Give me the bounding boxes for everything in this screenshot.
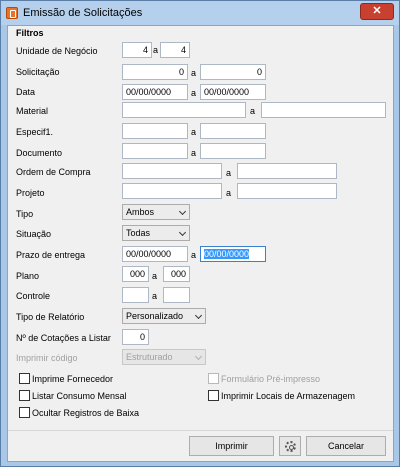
imprimir-locais-label[interactable]: Imprimir Locais de Armazenagem (221, 391, 355, 401)
solicitacao-from-input[interactable]: 0 (122, 64, 188, 80)
especif-to-input[interactable] (200, 123, 266, 139)
prazo-to-input[interactable]: 00/00/0000 (200, 246, 266, 262)
label-prazo: Prazo de entrega (16, 250, 86, 260)
dialog-window: Emissão de Solicitações ✕ Filtros Unidad… (0, 0, 400, 467)
prazo-to-selected-text: 00/00/0000 (204, 249, 250, 259)
app-icon (6, 7, 18, 19)
tipo-select[interactable]: Ambos (122, 204, 190, 220)
range-sep: a (153, 45, 159, 55)
listar-consumo-label[interactable]: Listar Consumo Mensal (32, 391, 127, 401)
label-imprimir-codigo: Imprimir código (16, 353, 78, 363)
range-sep: a (191, 68, 197, 78)
label-data: Data (16, 87, 36, 97)
gear-icon (285, 441, 296, 452)
plano-from-input[interactable]: 000 (122, 266, 149, 282)
window-title: Emissão de Solicitações (23, 7, 143, 19)
imprime-fornecedor-label[interactable]: Imprime Fornecedor (32, 374, 113, 384)
label-ordem: Ordem de Compra (16, 167, 91, 177)
controle-to-input[interactable] (163, 287, 190, 303)
range-sep: a (250, 106, 256, 116)
label-especif: Especif1. (16, 127, 54, 137)
ordem-from-input[interactable] (122, 163, 222, 179)
projeto-to-input[interactable] (237, 183, 337, 199)
imprimir-locais-checkbox[interactable] (208, 390, 219, 401)
footer-divider (8, 430, 393, 431)
controle-from-input[interactable] (122, 287, 149, 303)
data-from-input[interactable]: 00/00/0000 (122, 84, 188, 100)
tipo-relatorio-select[interactable]: Personalizado (122, 308, 206, 324)
range-sep: a (191, 250, 197, 260)
label-solicitacao: Solicitação (16, 67, 60, 77)
tipo-select-value: Ambos (126, 207, 155, 217)
imprime-fornecedor-checkbox[interactable] (19, 373, 30, 384)
ordem-to-input[interactable] (237, 163, 337, 179)
especif-from-input[interactable] (122, 123, 188, 139)
prazo-from-input[interactable]: 00/00/0000 (122, 246, 188, 262)
listar-consumo-checkbox[interactable] (19, 390, 30, 401)
range-sep: a (152, 271, 158, 281)
range-sep: a (226, 168, 232, 178)
solicitacao-to-input[interactable]: 0 (200, 64, 266, 80)
formulario-preimpresso-label: Formulário Pré-impresso (221, 374, 321, 384)
label-tipo-relatorio: Tipo de Relatório (16, 312, 85, 322)
label-documento: Documento (16, 148, 63, 158)
projeto-from-input[interactable] (122, 183, 222, 199)
chevron-down-icon (178, 228, 187, 237)
chevron-down-icon (178, 207, 187, 216)
ocultar-baixa-label[interactable]: Ocultar Registros de Baixa (32, 408, 139, 418)
imprimir-button[interactable]: Imprimir (189, 436, 274, 456)
imprimir-codigo-select: Estruturado (122, 349, 206, 365)
n-cotacoes-input[interactable]: 0 (122, 329, 149, 345)
label-unidade: Unidade de Negócio (16, 46, 98, 56)
filters-group-title: Filtros (16, 28, 44, 38)
formulario-preimpresso-checkbox (208, 373, 219, 384)
material-from-input[interactable] (122, 102, 246, 118)
label-tipo: Tipo (16, 209, 34, 219)
imprimir-codigo-select-value: Estruturado (126, 352, 173, 362)
cancelar-button[interactable]: Cancelar (306, 436, 386, 456)
label-situacao: Situação (16, 229, 52, 239)
unidade-from-input[interactable]: 4 (122, 42, 152, 58)
settings-button[interactable] (279, 436, 301, 456)
title-bar[interactable]: Emissão de Solicitações ✕ (1, 1, 399, 25)
data-to-input[interactable]: 00/00/0000 (200, 84, 266, 100)
range-sep: a (152, 291, 158, 301)
range-sep: a (226, 188, 232, 198)
dialog-body: Filtros Unidade de Negócio 4 a 4 Solicit… (7, 25, 394, 462)
label-controle: Controle (16, 291, 51, 301)
situacao-select[interactable]: Todas (122, 225, 190, 241)
documento-to-input[interactable] (200, 143, 266, 159)
situacao-select-value: Todas (126, 228, 151, 238)
close-button[interactable]: ✕ (360, 3, 394, 20)
documento-from-input[interactable] (122, 143, 188, 159)
label-material: Material (16, 106, 49, 116)
label-n-cotacoes: Nº de Cotações a Listar (16, 333, 111, 343)
chevron-down-icon (194, 311, 203, 320)
plano-to-input[interactable]: 000 (163, 266, 190, 282)
range-sep: a (191, 88, 197, 98)
label-plano: Plano (16, 271, 40, 281)
ocultar-baixa-checkbox[interactable] (19, 407, 30, 418)
material-to-input[interactable] (261, 102, 386, 118)
chevron-down-icon (194, 352, 203, 361)
tipo-relatorio-select-value: Personalizado (126, 311, 184, 321)
label-projeto: Projeto (16, 188, 45, 198)
range-sep: a (191, 127, 197, 137)
range-sep: a (191, 148, 197, 158)
unidade-to-input[interactable]: 4 (160, 42, 190, 58)
